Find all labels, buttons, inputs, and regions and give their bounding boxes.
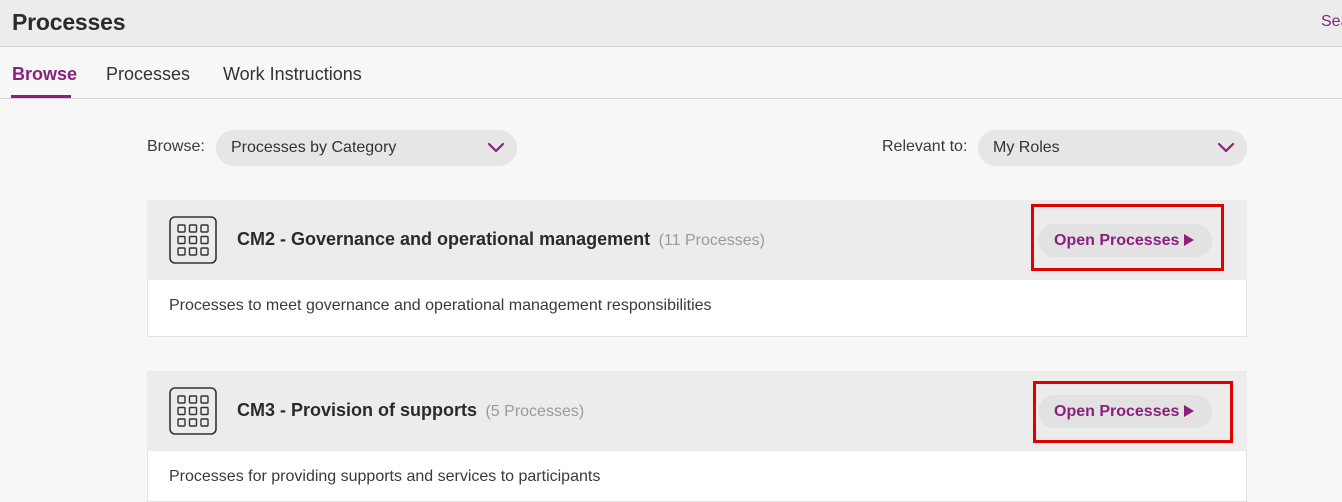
highlight-box: [1031, 204, 1224, 271]
category-title: CM2 - Governance and operational managem…: [237, 229, 765, 250]
relevant-filter-label: Relevant to:: [882, 138, 968, 155]
process-count: (5 Processes): [485, 403, 585, 420]
relevant-select[interactable]: My Roles: [978, 130, 1247, 166]
process-count: (11 Processes): [658, 232, 765, 249]
category-title: CM3 - Provision of supports (5 Processes…: [237, 400, 584, 421]
category-card-body: Processes to meet governance and operati…: [147, 280, 1247, 337]
relevant-select-value: My Roles: [993, 139, 1060, 156]
tab-bar: Browse Processes Work Instructions: [0, 47, 1342, 99]
page-title: Processes: [12, 9, 126, 35]
active-tab-indicator: [11, 95, 71, 98]
category-description: Processes to meet governance and operati…: [169, 297, 712, 314]
grid-icon: [169, 387, 217, 435]
category-name: CM3 - Provision of supports: [237, 400, 478, 420]
category-card-body: Processes for providing supports and ser…: [147, 451, 1247, 502]
tab-processes[interactable]: Processes: [106, 64, 190, 85]
tab-work-instructions[interactable]: Work Instructions: [223, 64, 362, 85]
browse-select[interactable]: Processes by Category: [216, 130, 517, 166]
top-header: Processes Sea: [0, 0, 1342, 47]
category-name: CM2 - Governance and operational managem…: [237, 229, 651, 249]
chevron-down-icon: [487, 142, 505, 153]
tab-browse[interactable]: Browse: [12, 64, 77, 85]
browse-filter-label: Browse:: [147, 138, 205, 155]
grid-icon: [169, 216, 217, 264]
category-description: Processes for providing supports and ser…: [169, 468, 601, 485]
highlight-box: [1033, 381, 1233, 443]
chevron-down-icon: [1217, 142, 1235, 153]
search-link[interactable]: Sea: [1321, 13, 1342, 31]
browse-select-value: Processes by Category: [231, 139, 397, 156]
